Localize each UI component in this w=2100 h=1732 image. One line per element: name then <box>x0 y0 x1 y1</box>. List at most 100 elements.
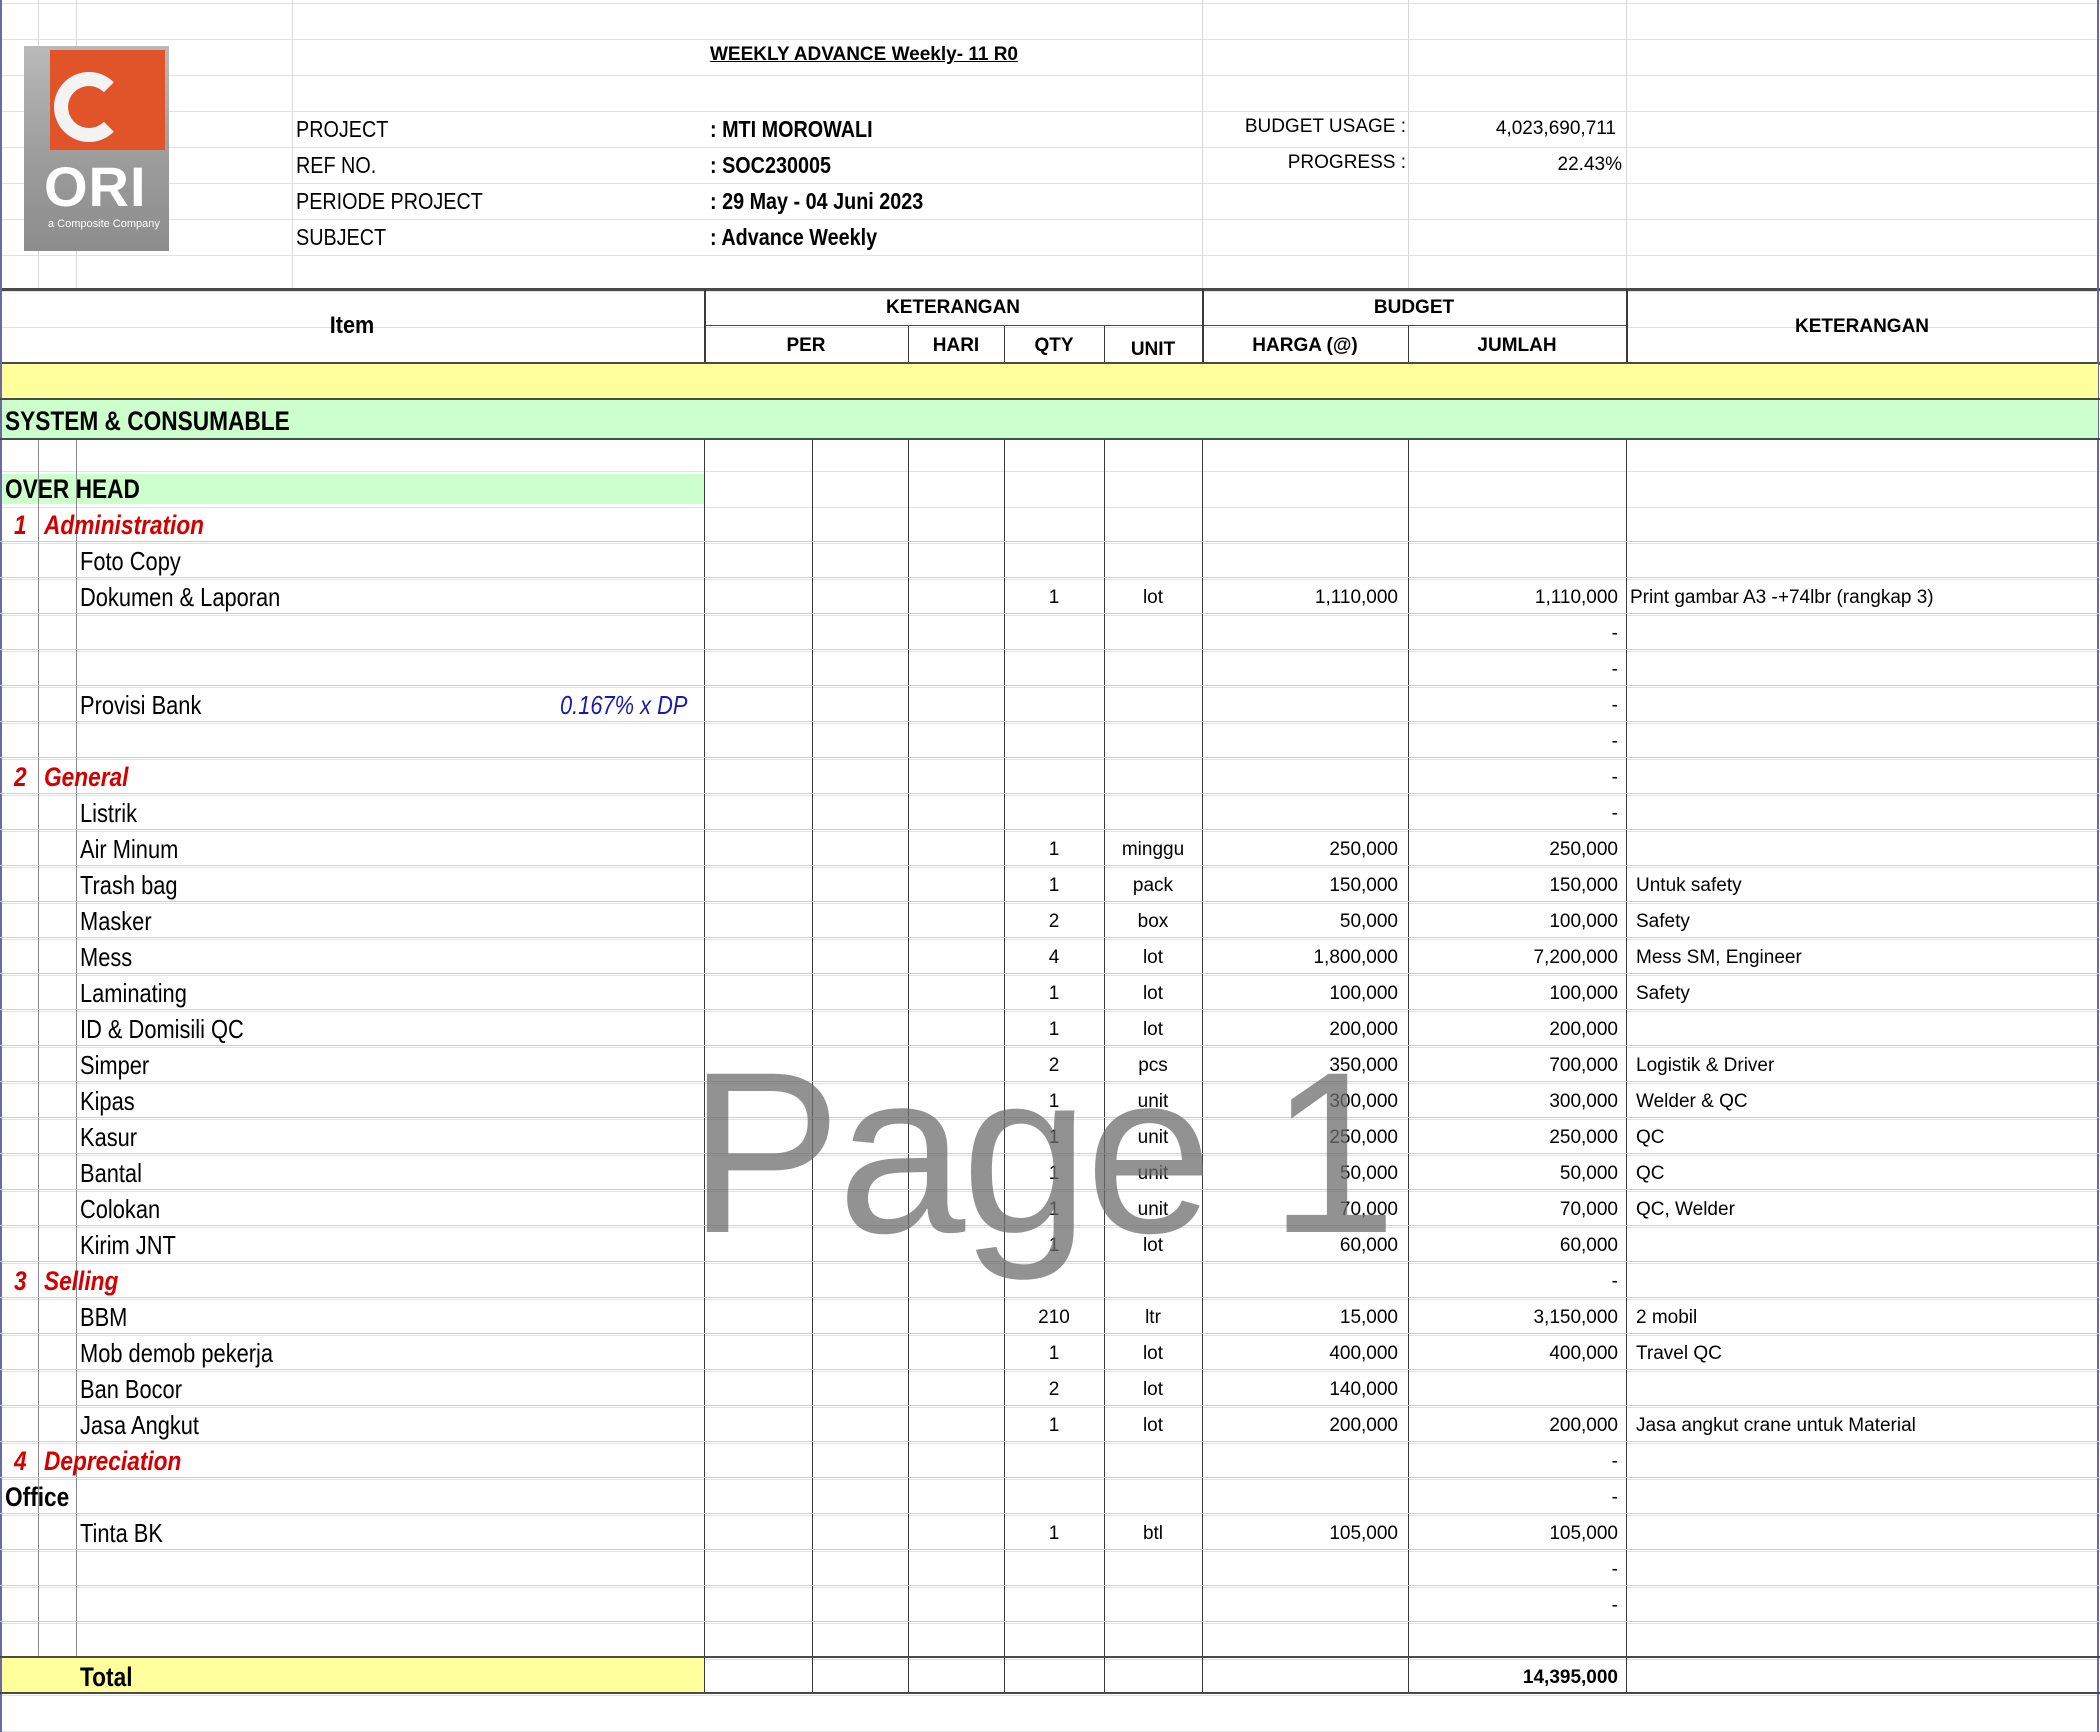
logo-wordmark: ORI <box>44 155 147 218</box>
item-harga: 100,000 <box>1329 983 1398 1004</box>
item-keterangan: 2 mobil <box>1636 1307 1698 1328</box>
item-jumlah: 200,000 <box>1549 1019 1618 1040</box>
item-harga: 150,000 <box>1329 875 1398 896</box>
subcategory-title: Office <box>5 1482 70 1512</box>
budget-usage-value: 4,023,690,711 <box>1495 118 1616 139</box>
col-header-per: PER <box>786 335 826 356</box>
col-header-qty: QTY <box>1034 335 1074 356</box>
col-header-jumlah: JUMLAH <box>1477 335 1557 356</box>
item-jumlah: 50,000 <box>1559 1163 1618 1184</box>
item-qty: 1 <box>1048 1163 1060 1184</box>
item-qty: 2 <box>1048 1055 1060 1076</box>
item-harga: 400,000 <box>1329 1343 1398 1364</box>
item-jumlah: 1,110,000 <box>1534 587 1618 608</box>
item-qty: 1 <box>1048 983 1060 1004</box>
item-unit: box <box>1137 911 1169 932</box>
item-jumlah: 7,200,000 <box>1533 947 1618 968</box>
item-name: Colokan <box>80 1194 161 1224</box>
item-qty: 1 <box>1048 839 1060 860</box>
item-unit: pcs <box>1138 1055 1168 1076</box>
ref-label: REF NO. <box>296 152 377 178</box>
col-header-keterangan: KETERANGAN <box>1794 316 1930 337</box>
item-harga: 250,000 <box>1329 1127 1398 1148</box>
item-qty: 1 <box>1048 1091 1060 1112</box>
item-name: Provisi Bank <box>80 690 202 720</box>
subject-value: : Advance Weekly <box>710 224 878 250</box>
item-formula-note: 0.167% x DP <box>560 690 688 720</box>
item-harga: 200,000 <box>1329 1019 1398 1040</box>
item-jumlah: - <box>1611 659 1618 680</box>
category-title: General <box>44 762 129 792</box>
item-qty: 2 <box>1048 911 1060 932</box>
item-unit: lot <box>1142 947 1164 968</box>
item-keterangan: Safety <box>1636 983 1690 1004</box>
item-keterangan: Untuk safety <box>1636 875 1742 896</box>
item-jumlah: 250,000 <box>1549 1127 1618 1148</box>
category-title: Depreciation <box>44 1446 182 1476</box>
item-harga: 250,000 <box>1329 839 1398 860</box>
category-number: 3 <box>14 1266 27 1296</box>
item-qty: 1 <box>1048 587 1060 608</box>
document-title: WEEKLY ADVANCE Weekly- 11 R0 <box>710 44 1018 65</box>
item-keterangan: QC <box>1636 1163 1665 1184</box>
sheet-grid <box>0 0 2100 1732</box>
category-title: Administration <box>44 510 205 540</box>
item-name: Ban Bocor <box>80 1374 182 1404</box>
item-name: BBM <box>80 1302 128 1332</box>
progress-label: PROGRESS : <box>1287 152 1406 173</box>
item-unit: lot <box>1142 983 1164 1004</box>
item-name: Laminating <box>80 978 187 1008</box>
item-harga: 50,000 <box>1339 1163 1398 1184</box>
item-jumlah: 150,000 <box>1549 875 1618 896</box>
item-jumlah: 250,000 <box>1549 839 1618 860</box>
item-jumlah: 105,000 <box>1549 1523 1618 1544</box>
item-name: Listrik <box>80 798 138 828</box>
company-logo: ORI a Composite Company <box>24 46 169 251</box>
item-name: Kasur <box>80 1122 138 1152</box>
item-name: Tinta BK <box>80 1518 163 1548</box>
col-header-hari: HARI <box>932 335 980 356</box>
item-keterangan: Mess SM, Engineer <box>1636 947 1802 968</box>
item-unit: lot <box>1142 1235 1164 1256</box>
item-qty: 210 <box>1038 1307 1070 1328</box>
item-jumlah: - <box>1611 1487 1618 1508</box>
item-unit: unit <box>1137 1199 1169 1220</box>
item-name: Dokumen & Laporan <box>80 582 281 612</box>
item-jumlah: 70,000 <box>1559 1199 1618 1220</box>
section-band <box>2 400 2098 438</box>
item-harga: 50,000 <box>1339 911 1398 932</box>
spreadsheet-page: ORI a Composite Company WEEKLY ADVANCE W… <box>0 0 2100 1732</box>
item-name: Mess <box>80 942 133 972</box>
item-name: Air Minum <box>80 834 179 864</box>
item-harga: 200,000 <box>1329 1415 1398 1436</box>
item-jumlah: - <box>1611 1451 1618 1472</box>
item-name: Simper <box>80 1050 150 1080</box>
item-keterangan: Print gambar A3 -+74lbr (rangkap 3) <box>1630 587 1934 608</box>
progress-value: 22.43% <box>1557 154 1622 175</box>
item-jumlah: 100,000 <box>1549 911 1618 932</box>
category-title: Selling <box>44 1266 119 1296</box>
item-unit: lot <box>1142 1379 1164 1400</box>
item-name: Jasa Angkut <box>80 1410 199 1440</box>
item-qty: 1 <box>1048 1415 1060 1436</box>
item-keterangan: Logistik & Driver <box>1636 1055 1775 1076</box>
item-unit: unit <box>1137 1091 1169 1112</box>
section-title: SYSTEM & CONSUMABLE <box>5 406 290 436</box>
project-value: : MTI MOROWALI <box>710 116 873 142</box>
item-harga: 15,000 <box>1339 1307 1398 1328</box>
item-unit: unit <box>1137 1127 1169 1148</box>
ref-value: : SOC230005 <box>710 152 831 178</box>
total-value: 14,395,000 <box>1522 1667 1618 1688</box>
item-unit: pack <box>1132 875 1174 896</box>
subject-label: SUBJECT <box>296 224 387 250</box>
item-keterangan: QC <box>1636 1127 1665 1148</box>
item-keterangan: Jasa angkut crane untuk Material <box>1636 1415 1916 1436</box>
item-keterangan: Travel QC <box>1636 1343 1722 1364</box>
item-unit: lot <box>1142 1019 1164 1040</box>
item-qty: 1 <box>1048 875 1060 896</box>
item-jumlah: - <box>1611 695 1618 716</box>
category-number: 4 <box>14 1446 27 1476</box>
item-jumlah: 100,000 <box>1549 983 1618 1004</box>
periode-value: : 29 May - 04 Juni 2023 <box>710 188 924 214</box>
item-jumlah: - <box>1611 1271 1618 1292</box>
